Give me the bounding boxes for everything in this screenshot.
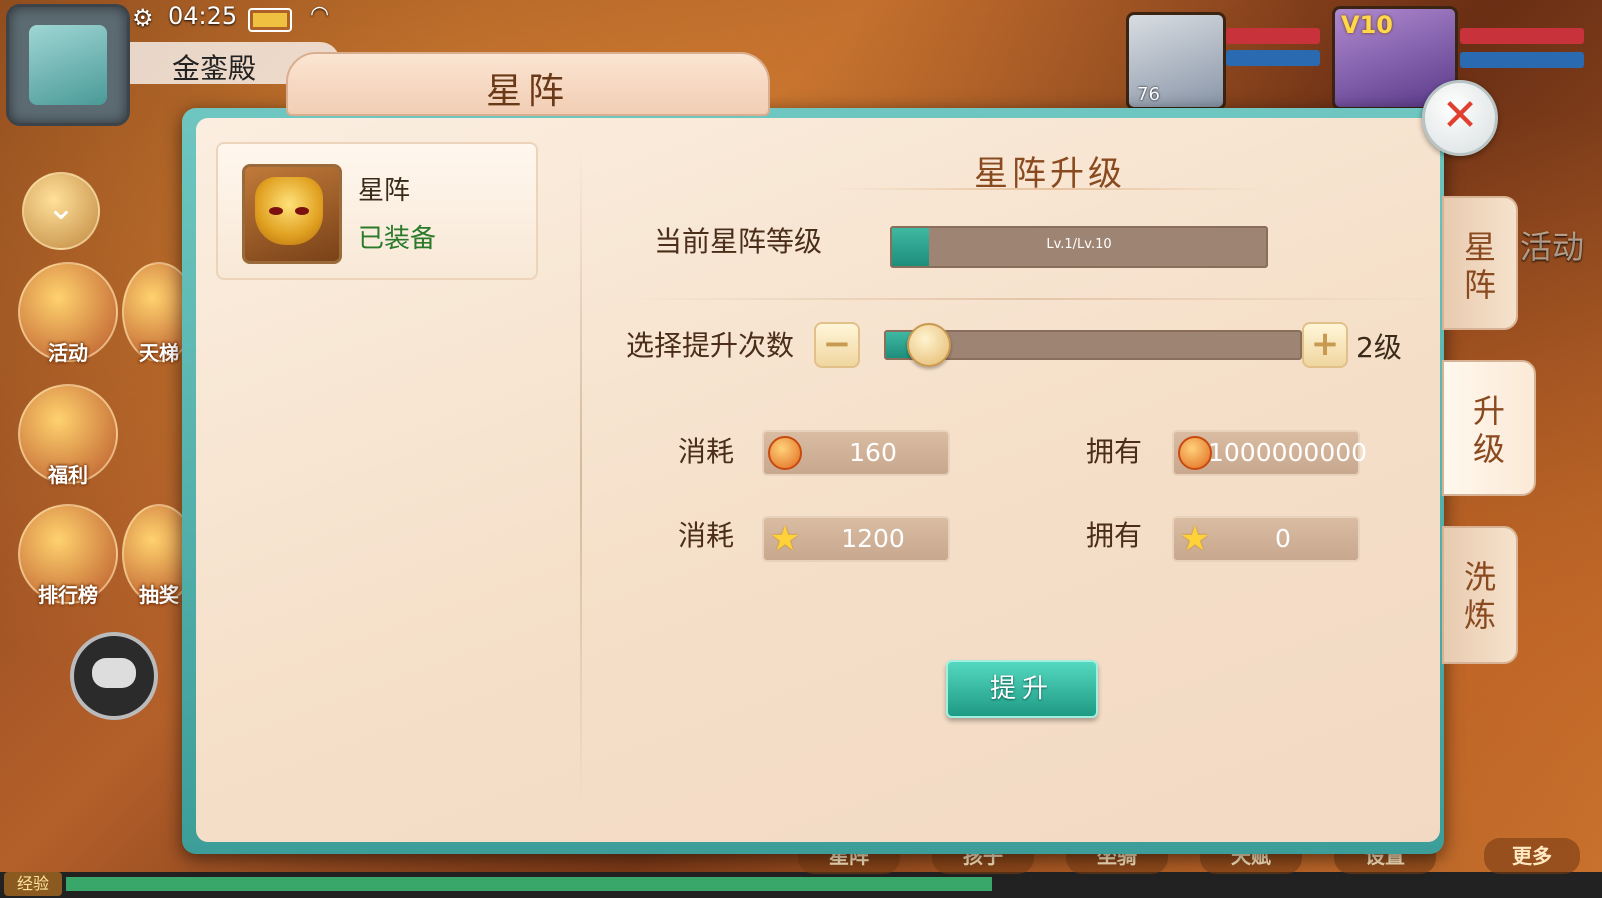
star-array-item-card[interactable]: 星阵 已装备: [216, 142, 538, 280]
status-time: 04:25: [168, 2, 238, 30]
cost-label-star: 消耗: [678, 519, 735, 552]
mask-right-eye: [295, 207, 309, 215]
close-icon: ✕: [1441, 90, 1479, 141]
player-hp-bar: [1460, 28, 1584, 44]
golden-mask-icon: [242, 164, 342, 264]
current-level-label: 当前星阵等级: [654, 225, 823, 258]
item-equipped-status: 已装备: [358, 224, 437, 254]
dialog-title: 星阵: [485, 71, 570, 112]
vip-badge: V10: [1341, 11, 1393, 39]
coin-icon: [1178, 436, 1212, 470]
own-label-coin: 拥有: [1086, 435, 1143, 468]
upgrade-count-slider[interactable]: [884, 323, 1302, 367]
increase-button[interactable]: +: [1302, 322, 1348, 368]
companion-hp-bar: [1226, 28, 1320, 44]
welfare-button[interactable]: 福利: [18, 384, 118, 487]
tab-refine-label: 洗炼: [1463, 558, 1496, 634]
cost-coin-box: 160: [762, 430, 950, 476]
map-icon: [29, 25, 107, 105]
row-divider: [620, 298, 1440, 300]
upgrade-button[interactable]: 提升: [946, 660, 1098, 718]
ladder-label: 天梯: [139, 341, 179, 365]
chat-bubble-icon: [92, 658, 136, 688]
tab-upgrade[interactable]: 升级: [1442, 360, 1536, 496]
mask-left-eye: [269, 207, 283, 215]
player-mp-bar: [1460, 52, 1584, 68]
activity-button[interactable]: 活动: [18, 262, 118, 365]
tab-refine[interactable]: 洗炼: [1442, 526, 1518, 664]
section-title-underline: [830, 188, 1270, 190]
chevron-down-icon: ⌄: [46, 188, 76, 228]
battery-icon: [248, 8, 292, 32]
upgrade-count-label: 选择提升次数: [626, 329, 795, 362]
wifi-icon: ◠: [310, 2, 330, 27]
map-button[interactable]: [6, 4, 130, 126]
welfare-label: 福利: [48, 463, 88, 487]
ranking-label: 排行榜: [38, 583, 98, 607]
level-progress-bar: Lv.1/Lv.10: [890, 226, 1268, 268]
activity-label: 活动: [48, 341, 88, 365]
panel-divider: [580, 150, 582, 810]
close-button[interactable]: ✕: [1422, 80, 1498, 156]
tab-upgrade-label: 升级: [1472, 392, 1505, 468]
lottery-label: 抽奖: [139, 583, 179, 607]
companion-mp-bar: [1226, 50, 1320, 66]
mask-face: [255, 177, 323, 245]
exp-bar: [0, 872, 1602, 898]
tab-star-array-label: 星阵: [1463, 228, 1496, 304]
coin-icon: [768, 436, 802, 470]
location-name: 金銮殿: [172, 52, 257, 85]
item-name: 星阵: [358, 176, 411, 206]
own-star-box: ★ 0: [1172, 516, 1360, 562]
companion-level: 76: [1137, 84, 1160, 105]
collapse-chevron-button[interactable]: ⌄: [22, 172, 100, 250]
companion-portrait[interactable]: 76: [1126, 12, 1226, 110]
upgrade-count-value: 2级: [1356, 331, 1402, 364]
own-label-star: 拥有: [1086, 519, 1143, 552]
settings-gear-icon[interactable]: ⚙: [132, 4, 154, 32]
exp-label: 经验: [4, 872, 62, 896]
tab-star-array[interactable]: 星阵: [1442, 196, 1518, 330]
star-icon: ★: [1179, 519, 1211, 559]
star-icon: ★: [769, 519, 801, 559]
own-coin-box: 1000000000: [1172, 430, 1367, 476]
ranking-button[interactable]: 排行榜: [18, 504, 118, 607]
dialog-title-banner: 星阵: [286, 52, 770, 116]
exp-bar-fill: [66, 877, 992, 891]
bottom-menu-more[interactable]: 更多: [1484, 838, 1580, 874]
cost-label-coin: 消耗: [678, 435, 735, 468]
activity-side-label[interactable]: 活动: [1520, 222, 1584, 268]
cost-star-box: ★ 1200: [762, 516, 950, 562]
level-progress-text: Lv.1/Lv.10: [1046, 237, 1112, 252]
chat-button[interactable]: [70, 632, 158, 720]
decrease-button[interactable]: −: [814, 322, 860, 368]
